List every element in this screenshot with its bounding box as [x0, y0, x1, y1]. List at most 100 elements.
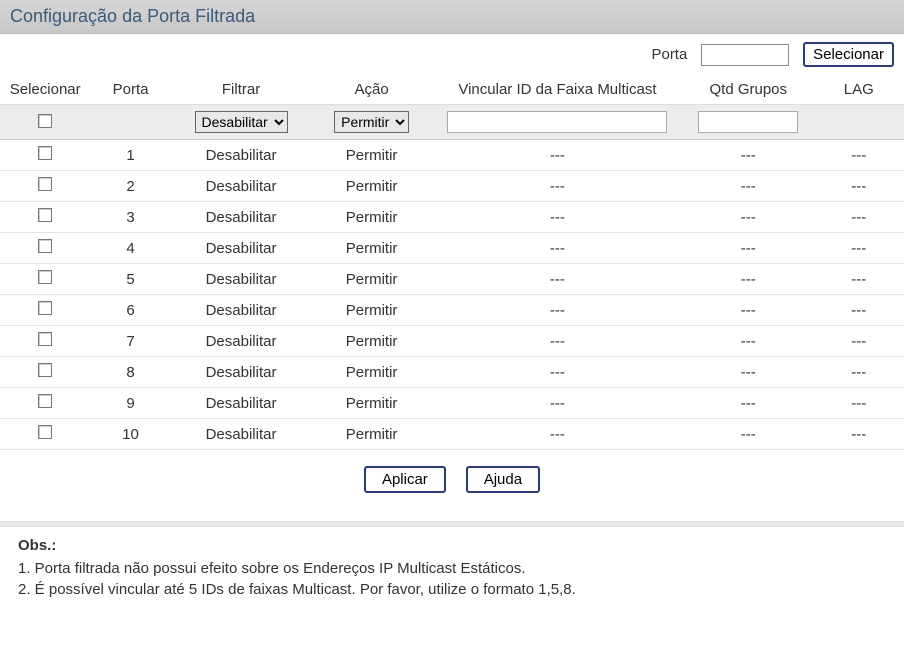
filter-select[interactable]: Desabilitar	[195, 111, 288, 133]
cell-qtd: ---	[683, 202, 814, 233]
control-row: Desabilitar Permitir	[0, 105, 904, 140]
cell-filtrar: Desabilitar	[171, 295, 312, 326]
col-header-lag: LAG	[814, 75, 904, 105]
row-checkbox[interactable]	[38, 208, 52, 222]
cell-porta: 10	[90, 419, 170, 450]
divider	[0, 521, 904, 527]
row-checkbox[interactable]	[38, 146, 52, 160]
cell-acao: Permitir	[311, 388, 432, 419]
apply-button[interactable]: Aplicar	[364, 466, 446, 493]
col-header-acao: Ação	[311, 75, 432, 105]
notes-line-1: 1. Porta filtrada não possui efeito sobr…	[18, 560, 886, 577]
cell-lag: ---	[814, 295, 904, 326]
bind-id-input[interactable]	[447, 111, 667, 133]
table-row: 5DesabilitarPermitir---------	[0, 264, 904, 295]
group-qty-input[interactable]	[698, 111, 798, 133]
cell-acao: Permitir	[311, 357, 432, 388]
porta-label: Porta	[651, 46, 687, 63]
table-row: 3DesabilitarPermitir---------	[0, 202, 904, 233]
filtered-port-config-panel: Configuração da Porta Filtrada Porta Sel…	[0, 0, 904, 622]
cell-acao: Permitir	[311, 419, 432, 450]
table-row: 2DesabilitarPermitir---------	[0, 171, 904, 202]
cell-porta: 4	[90, 233, 170, 264]
cell-filtrar: Desabilitar	[171, 202, 312, 233]
cell-porta: 7	[90, 326, 170, 357]
top-bar: Porta Selecionar	[0, 34, 904, 75]
col-header-filtrar: Filtrar	[171, 75, 312, 105]
row-checkbox[interactable]	[38, 301, 52, 315]
table-row: 8DesabilitarPermitir---------	[0, 357, 904, 388]
cell-filtrar: Desabilitar	[171, 140, 312, 171]
cell-qtd: ---	[683, 171, 814, 202]
cell-porta: 8	[90, 357, 170, 388]
cell-lag: ---	[814, 202, 904, 233]
cell-qtd: ---	[683, 295, 814, 326]
cell-porta: 5	[90, 264, 170, 295]
cell-filtrar: Desabilitar	[171, 419, 312, 450]
table-row: 10DesabilitarPermitir---------	[0, 419, 904, 450]
cell-qtd: ---	[683, 233, 814, 264]
row-checkbox[interactable]	[38, 363, 52, 377]
table-row: 1DesabilitarPermitir---------	[0, 140, 904, 171]
action-select[interactable]: Permitir	[334, 111, 409, 133]
cell-vincular: ---	[432, 295, 683, 326]
cell-porta: 9	[90, 388, 170, 419]
row-checkbox[interactable]	[38, 425, 52, 439]
cell-acao: Permitir	[311, 326, 432, 357]
notes-heading: Obs.:	[18, 537, 886, 554]
cell-vincular: ---	[432, 419, 683, 450]
notes-line-2: 2. É possível vincular até 5 IDs de faix…	[18, 581, 886, 598]
select-all-checkbox[interactable]	[38, 114, 52, 128]
cell-vincular: ---	[432, 326, 683, 357]
select-button[interactable]: Selecionar	[803, 42, 894, 67]
cell-acao: Permitir	[311, 264, 432, 295]
cell-lag: ---	[814, 264, 904, 295]
cell-acao: Permitir	[311, 140, 432, 171]
cell-lag: ---	[814, 171, 904, 202]
table-row: 7DesabilitarPermitir---------	[0, 326, 904, 357]
cell-lag: ---	[814, 326, 904, 357]
cell-qtd: ---	[683, 264, 814, 295]
button-row: Aplicar Ajuda	[0, 450, 904, 503]
table-row: 9DesabilitarPermitir---------	[0, 388, 904, 419]
col-header-qtd: Qtd Grupos	[683, 75, 814, 105]
cell-acao: Permitir	[311, 171, 432, 202]
cell-porta: 1	[90, 140, 170, 171]
ports-table: Selecionar Porta Filtrar Ação Vincular I…	[0, 75, 904, 450]
cell-acao: Permitir	[311, 202, 432, 233]
col-header-selecionar: Selecionar	[0, 75, 90, 105]
cell-lag: ---	[814, 388, 904, 419]
porta-input[interactable]	[701, 44, 789, 66]
cell-vincular: ---	[432, 388, 683, 419]
cell-filtrar: Desabilitar	[171, 326, 312, 357]
cell-lag: ---	[814, 419, 904, 450]
cell-acao: Permitir	[311, 233, 432, 264]
table-row: 4DesabilitarPermitir---------	[0, 233, 904, 264]
panel-title: Configuração da Porta Filtrada	[0, 0, 904, 34]
cell-qtd: ---	[683, 419, 814, 450]
col-header-porta: Porta	[90, 75, 170, 105]
cell-acao: Permitir	[311, 295, 432, 326]
cell-vincular: ---	[432, 202, 683, 233]
cell-vincular: ---	[432, 233, 683, 264]
cell-qtd: ---	[683, 326, 814, 357]
cell-filtrar: Desabilitar	[171, 264, 312, 295]
help-button[interactable]: Ajuda	[466, 466, 540, 493]
cell-qtd: ---	[683, 388, 814, 419]
row-checkbox[interactable]	[38, 394, 52, 408]
notes: Obs.: 1. Porta filtrada não possui efeit…	[0, 537, 904, 622]
row-checkbox[interactable]	[38, 239, 52, 253]
cell-qtd: ---	[683, 140, 814, 171]
cell-vincular: ---	[432, 171, 683, 202]
row-checkbox[interactable]	[38, 270, 52, 284]
cell-vincular: ---	[432, 140, 683, 171]
cell-vincular: ---	[432, 264, 683, 295]
cell-qtd: ---	[683, 357, 814, 388]
cell-vincular: ---	[432, 357, 683, 388]
cell-porta: 6	[90, 295, 170, 326]
cell-filtrar: Desabilitar	[171, 233, 312, 264]
row-checkbox[interactable]	[38, 177, 52, 191]
row-checkbox[interactable]	[38, 332, 52, 346]
col-header-vincular: Vincular ID da Faixa Multicast	[432, 75, 683, 105]
cell-filtrar: Desabilitar	[171, 388, 312, 419]
